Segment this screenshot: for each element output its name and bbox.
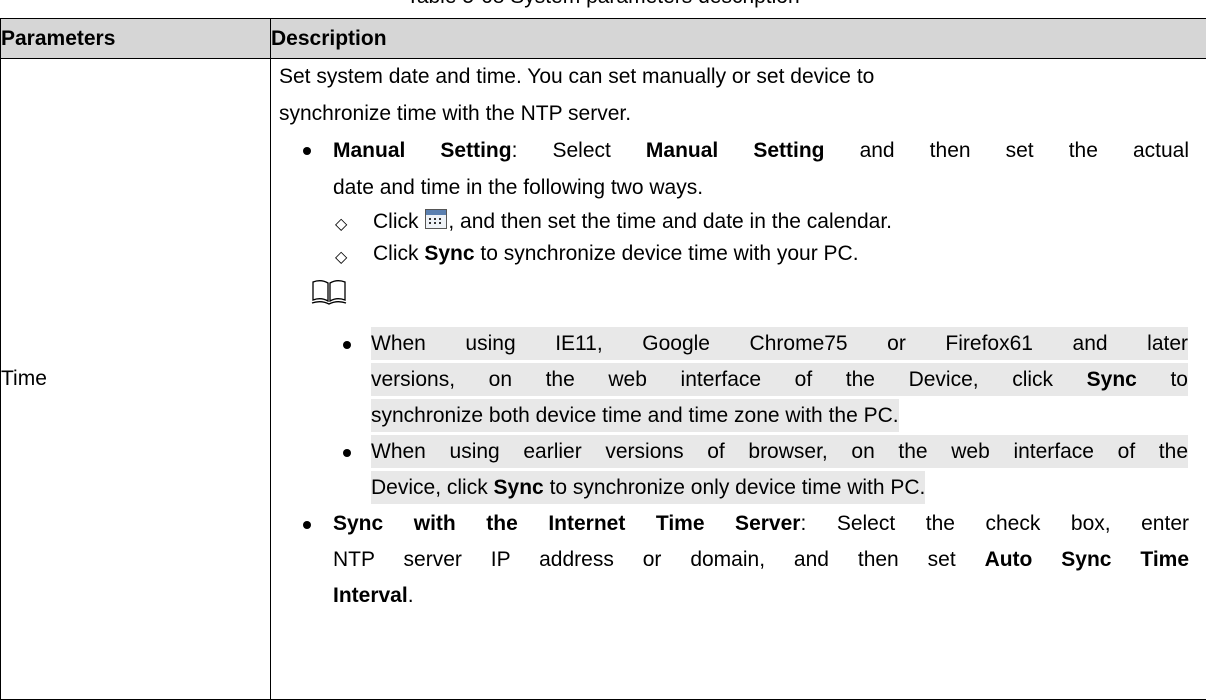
parameters-table: Parameters Description Time Set system d… <box>0 18 1206 700</box>
bullet-dot <box>303 147 311 155</box>
manual-setting-line-2: date and time in the following two ways. <box>333 171 703 204</box>
note-bullet-dot <box>343 449 351 457</box>
diamond-bullet: ◇ <box>335 215 347 235</box>
note-1-line-3: synchronize both device time and time zo… <box>371 399 899 432</box>
intro-line-2: synchronize time with the NTP server. <box>279 97 631 130</box>
table-row: Time Set system date and time. You can s… <box>1 59 1206 700</box>
note-2-line-1: When using earlier versions of browser, … <box>371 435 1188 468</box>
book-note-icon <box>311 279 347 305</box>
intro-line-1: Set system date and time. You can set ma… <box>279 60 874 93</box>
note-2-line-2: Device, click Sync to synchronize only d… <box>371 471 925 504</box>
note-1-line-2: versions, on the web interface of the De… <box>371 363 1188 396</box>
table-caption: Table 5-68 System parameters description <box>0 0 1206 11</box>
description-cell: Set system date and time. You can set ma… <box>271 59 1206 700</box>
option-calendar: Click , and then set the time and date i… <box>373 205 892 238</box>
ntp-line-1: Sync with the Internet Time Server: Sele… <box>333 507 1189 540</box>
header-description: Description <box>271 19 1206 59</box>
ntp-line-3: Interval. <box>333 579 414 612</box>
diamond-bullet: ◇ <box>335 248 347 268</box>
option-sync: Click Sync to synchronize device time wi… <box>373 237 859 270</box>
ntp-line-2: NTP server IP address or domain, and the… <box>333 543 1189 576</box>
manual-setting-line-1: Manual Setting: Select Manual Setting an… <box>333 134 1189 167</box>
note-1-line-1: When using IE11, Google Chrome75 or Fire… <box>371 327 1188 360</box>
calendar-icon <box>425 209 447 229</box>
table-header-row: Parameters Description <box>1 19 1206 59</box>
note-bullet-dot <box>343 341 351 349</box>
parameter-cell: Time <box>1 59 271 700</box>
header-parameters: Parameters <box>1 19 271 59</box>
bullet-dot <box>303 521 311 529</box>
